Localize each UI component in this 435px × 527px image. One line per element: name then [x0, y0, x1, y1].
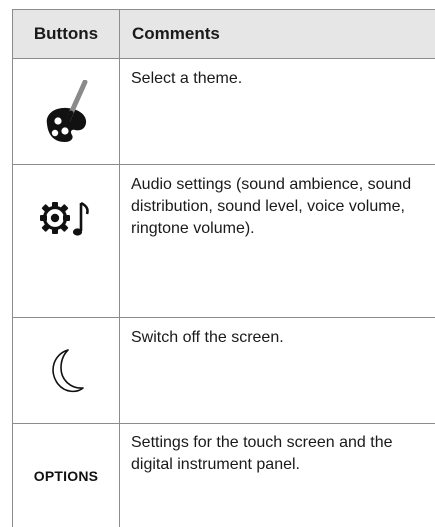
table-row-divider	[12, 317, 435, 318]
options-button[interactable]: OPTIONS	[34, 468, 98, 484]
header-buttons: Buttons	[33, 24, 99, 43]
table-border-top	[12, 9, 435, 10]
table-column-divider	[119, 9, 120, 527]
crescent-moon-icon[interactable]	[46, 347, 86, 395]
table-row-theme-icon-cell	[13, 59, 119, 164]
table-row-audio-icon-cell	[13, 165, 119, 271]
table-row-divider	[12, 164, 435, 165]
table-row-screen-off-comment: Switch off the screen.	[131, 329, 284, 346]
buttons-table: Buttons Comments Select a theme. Audio s…	[12, 9, 435, 527]
palette-brush-icon[interactable]	[41, 79, 91, 144]
table-border-left	[12, 9, 13, 527]
table-row-options-comment: Settings for the touch screen and the di…	[131, 434, 393, 473]
table-header-divider	[12, 58, 435, 59]
header-comments: Comments	[132, 24, 220, 43]
table-row-audio-comment: Audio settings (sound ambience, sound di…	[131, 176, 412, 237]
table-row-theme-comment: Select a theme.	[131, 70, 243, 87]
table-row-options-icon-cell: OPTIONS	[13, 424, 119, 527]
table-row-divider	[12, 423, 435, 424]
table-row-screen-off-icon-cell	[13, 318, 119, 423]
audio-settings-icon[interactable]	[37, 197, 95, 239]
